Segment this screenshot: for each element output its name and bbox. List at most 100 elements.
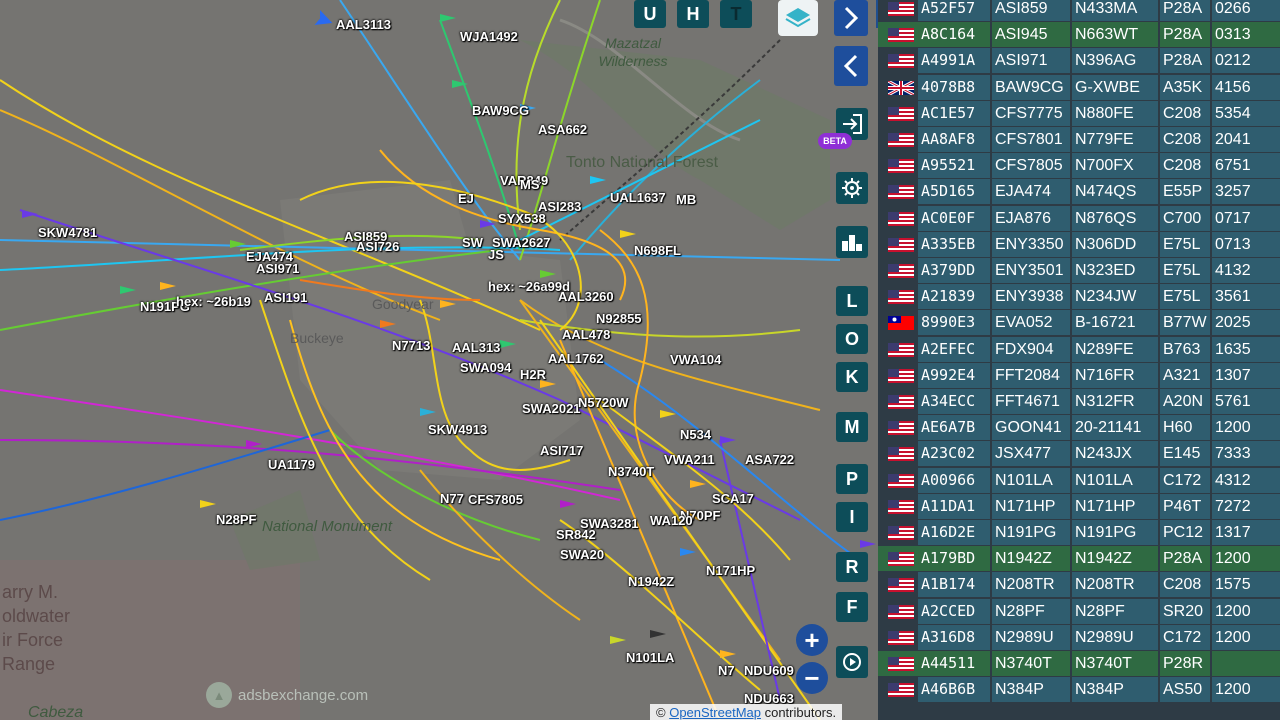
aircraft-label[interactable]: AAL1762 (548, 352, 604, 366)
aircraft-label[interactable]: AAL3113 (336, 18, 391, 32)
aircraft-label[interactable]: SW (462, 236, 483, 250)
h-button[interactable]: H (677, 0, 709, 28)
table-row[interactable]: AC0E0F EJA876 N876QS C700 0717 (878, 205, 1280, 232)
f-button[interactable]: F (836, 592, 868, 622)
aircraft-label[interactable]: N7 (718, 664, 735, 678)
aircraft-label[interactable]: UA1179 (268, 458, 315, 472)
p-button[interactable]: P (836, 464, 868, 494)
aircraft-label[interactable]: NDU609 (744, 664, 794, 678)
aircraft-label[interactable]: N171HP (706, 564, 755, 578)
aircraft-label[interactable]: VWA104 (670, 353, 721, 367)
table-row[interactable]: A16D2E N191PG N191PG PC12 1317 (878, 520, 1280, 546)
table-row[interactable]: AA8AF8 CFS7801 N779FE C208 2041 (878, 127, 1280, 153)
table-row[interactable]: 8990E3 EVA052 B-16721 B77W 2025 (878, 310, 1280, 336)
aircraft-label[interactable]: ASA722 (745, 453, 794, 467)
table-row[interactable]: A2CCED N28PF N28PF SR20 1200 (878, 598, 1280, 625)
stats-button[interactable] (836, 226, 868, 258)
table-row[interactable]: A1B174 N208TR N208TR C208 1575 (878, 572, 1280, 598)
i-button[interactable]: I (836, 502, 868, 532)
aircraft-label[interactable]: N7713 (392, 339, 430, 353)
table-row[interactable]: AC1E57 CFS7775 N880FE C208 5354 (878, 100, 1280, 127)
aircraft-label[interactable]: H2R (520, 368, 546, 382)
table-row[interactable]: A992E4 FFT2084 N716FR A321 1307 (878, 362, 1280, 389)
aircraft-label[interactable]: ASI717 (540, 444, 583, 458)
aircraft-label[interactable]: N534 (680, 428, 711, 442)
aircraft-label[interactable]: N92855 (596, 312, 642, 326)
collapse-panel-button[interactable] (834, 46, 868, 86)
table-row[interactable]: A46B6B N384P N384P AS50 1200 (878, 677, 1280, 703)
aircraft-label[interactable]: N101LA (626, 651, 674, 665)
aircraft-label[interactable]: N28PF (216, 513, 256, 527)
aircraft-label[interactable]: CFS7805 (468, 493, 523, 507)
table-row[interactable]: A379DD ENY3501 N323ED E75L 4132 (878, 258, 1280, 284)
osm-link[interactable]: OpenStreetMap (669, 705, 761, 720)
aircraft-label[interactable]: MB (676, 193, 696, 207)
map-view[interactable]: Mazatzal Wilderness Tonto National Fores… (0, 0, 878, 720)
aircraft-label[interactable]: SKW4781 (38, 226, 97, 240)
table-row[interactable]: 4078B8 BAW9CG G-XWBE A35K 4156 (878, 74, 1280, 101)
aircraft-label[interactable]: AAL478 (562, 328, 610, 342)
aircraft-label[interactable]: N698FL (634, 244, 681, 258)
aircraft-label[interactable]: hex: ~26b19 (176, 295, 251, 309)
aircraft-label[interactable]: JS (488, 248, 504, 262)
table-row[interactable]: A34ECC FFT4671 N312FR A20N 5761 (878, 389, 1280, 415)
table-row[interactable]: A11DA1 N171HP N171HP P46T 7272 (878, 493, 1280, 520)
aircraft-label[interactable]: WJA1492 (460, 30, 518, 44)
aircraft-label[interactable]: MS (520, 178, 540, 192)
r-button[interactable]: R (836, 552, 868, 582)
aircraft-label[interactable]: ASI283 (538, 200, 581, 214)
table-row[interactable]: A21839 ENY3938 N234JW E75L 3561 (878, 284, 1280, 310)
u-button[interactable]: U (634, 0, 666, 28)
aircraft-label[interactable]: SKW4913 (428, 423, 487, 437)
k-button[interactable]: K (836, 362, 868, 392)
aircraft-label[interactable]: EJ (458, 192, 474, 206)
table-row[interactable]: A179BD N1942Z N1942Z P28A 1200 (878, 546, 1280, 572)
aircraft-label[interactable]: BAW9CG (472, 104, 529, 118)
flag-cell (878, 336, 918, 362)
zoom-out-button[interactable]: − (796, 662, 828, 694)
replay-button[interactable] (836, 646, 868, 678)
table-row[interactable]: A5D165 EJA474 N474QS E55P 3257 (878, 179, 1280, 205)
aircraft-label[interactable]: ASI971 (256, 262, 299, 276)
table-row[interactable]: AE6A7B GOON41 20-21141 H60 1200 (878, 415, 1280, 441)
o-button[interactable]: O (836, 324, 868, 354)
l-button[interactable]: L (836, 286, 868, 316)
aircraft-label[interactable]: UAL1637 (610, 191, 666, 205)
zoom-in-button[interactable]: + (796, 624, 828, 656)
m-button[interactable]: M (836, 412, 868, 442)
aircraft-label[interactable]: SWA20 (560, 548, 604, 562)
table-row[interactable]: A52F57 ASI859 N433MA P28A 0266 (878, 0, 1280, 22)
table-row[interactable]: A4991A ASI971 N396AG P28A 0212 (878, 48, 1280, 74)
aircraft-label[interactable]: SYX538 (498, 212, 546, 226)
aircraft-label[interactable]: N1942Z (628, 575, 674, 589)
aircraft-label[interactable]: WA120 (650, 514, 693, 528)
aircraft-label[interactable]: ASA662 (538, 123, 587, 137)
aircraft-label[interactable]: AAL3260 (558, 290, 614, 304)
table-row[interactable]: A2EFEC FDX904 N289FE B763 1635 (878, 336, 1280, 363)
table-row[interactable]: A00966 N101LA N101LA C172 4312 (878, 467, 1280, 494)
cell-reg: N663WT (1072, 22, 1158, 48)
table-row[interactable]: A335EB ENY3350 N306DD E75L 0713 (878, 231, 1280, 258)
table-row[interactable]: A8C164 ASI945 N663WT P28A 0313 (878, 22, 1280, 48)
aircraft-label[interactable]: AAL313 (452, 341, 500, 355)
us-flag-icon (888, 368, 914, 383)
aircraft-label[interactable]: SWA094 (460, 361, 511, 375)
aircraft-label[interactable]: SR842 (556, 528, 596, 542)
aircraft-label[interactable]: SWA2021 (522, 402, 581, 416)
table-row[interactable]: A23C02 JSX477 N243JX E145 7333 (878, 441, 1280, 467)
aircraft-label[interactable]: SCA17 (712, 492, 754, 506)
aircraft-label[interactable]: N77 (440, 492, 464, 506)
settings-button[interactable] (836, 172, 868, 204)
aircraft-table[interactable]: A52F57 ASI859 N433MA P28A 0266 A8C164 ASI945 N6… (878, 0, 1280, 720)
layers-button[interactable] (778, 0, 818, 36)
aircraft-label[interactable]: ASI191 (264, 291, 307, 305)
aircraft-label[interactable]: N5720W (578, 396, 629, 410)
table-row[interactable]: A316D8 N2989U N2989U C172 1200 (878, 624, 1280, 651)
table-row[interactable]: A95521 CFS7805 N700FX C208 6751 (878, 153, 1280, 179)
table-row[interactable]: A44511 N3740T N3740T P28R (878, 651, 1280, 677)
expand-panel-button[interactable] (834, 0, 868, 36)
aircraft-label[interactable]: VWA211 (664, 453, 715, 467)
aircraft-label[interactable]: ASI726 (356, 240, 399, 254)
t-button[interactable]: T (720, 0, 752, 28)
aircraft-label[interactable]: N3740T (608, 465, 654, 479)
